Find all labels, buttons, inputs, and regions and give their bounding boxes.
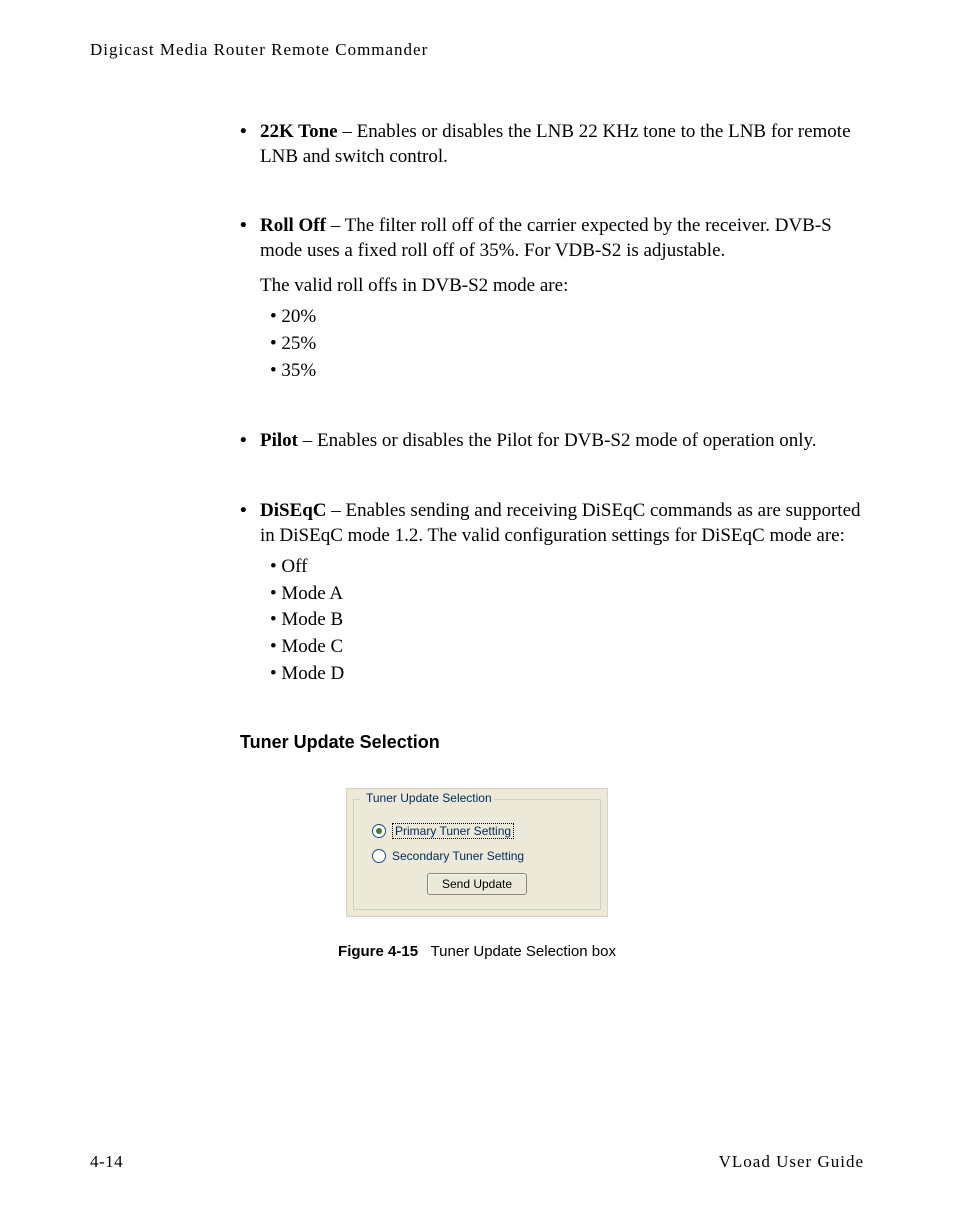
radio-secondary-tuner[interactable]: Secondary Tuner Setting bbox=[372, 849, 588, 863]
sub-list-item: Mode D bbox=[270, 661, 864, 688]
term-22k-tone: 22K Tone bbox=[260, 121, 338, 142]
sub-intro-text: The valid roll offs in DVB-S2 mode are: bbox=[260, 274, 864, 299]
section-heading: Tuner Update Selection bbox=[240, 732, 864, 753]
sub-list-item: Mode A bbox=[270, 581, 864, 608]
tuner-update-selection-panel: Tuner Update Selection Primary Tuner Set… bbox=[346, 788, 608, 917]
radio-primary-tuner[interactable]: Primary Tuner Setting bbox=[372, 823, 588, 839]
sub-list-item: 35% bbox=[270, 358, 864, 385]
running-header: Digicast Media Router Remote Commander bbox=[90, 40, 864, 60]
sub-list-item: Mode C bbox=[270, 634, 864, 661]
main-content: 22K Tone – Enables or disables the LNB 2… bbox=[240, 120, 864, 687]
list-item: 22K Tone – Enables or disables the LNB 2… bbox=[240, 120, 864, 169]
term-pilot: Pilot bbox=[260, 430, 298, 451]
sub-list-item: 20% bbox=[270, 304, 864, 331]
send-update-button[interactable]: Send Update bbox=[427, 873, 527, 895]
radio-primary-label: Primary Tuner Setting bbox=[392, 823, 514, 839]
list-item: Roll Off – The filter roll off of the ca… bbox=[240, 214, 864, 384]
body-text: – The filter roll off of the carrier exp… bbox=[260, 215, 832, 261]
sub-list-item: 25% bbox=[270, 331, 864, 358]
figure-number: Figure 4-15 bbox=[338, 943, 418, 960]
figure-caption: Figure 4-15 Tuner Update Selection box bbox=[90, 943, 864, 960]
list-item: DiSEqC – Enables sending and receiving D… bbox=[240, 499, 864, 687]
figure-caption-text: Tuner Update Selection box bbox=[431, 943, 616, 960]
term-diseqc: DiSEqC bbox=[260, 500, 327, 521]
sub-list-item: Off bbox=[270, 554, 864, 581]
radio-icon bbox=[372, 849, 386, 863]
groupbox-title: Tuner Update Selection bbox=[362, 791, 496, 805]
radio-icon bbox=[372, 824, 386, 838]
body-text: – Enables or disables the LNB 22 KHz ton… bbox=[260, 121, 851, 167]
term-roll-off: Roll Off bbox=[260, 215, 326, 236]
sub-list-item: Mode B bbox=[270, 607, 864, 634]
guide-title: VLoad User Guide bbox=[719, 1152, 864, 1172]
body-text: – Enables or disables the Pilot for DVB-… bbox=[298, 430, 817, 451]
tuner-update-groupbox: Tuner Update Selection Primary Tuner Set… bbox=[353, 799, 601, 910]
body-text: – Enables sending and receiving DiSEqC c… bbox=[260, 500, 861, 546]
radio-secondary-label: Secondary Tuner Setting bbox=[392, 849, 524, 863]
list-item: Pilot – Enables or disables the Pilot fo… bbox=[240, 429, 864, 454]
page-number: 4-14 bbox=[90, 1152, 123, 1172]
